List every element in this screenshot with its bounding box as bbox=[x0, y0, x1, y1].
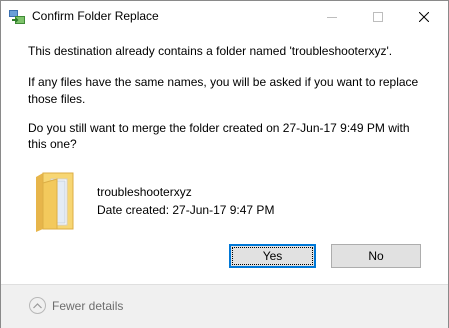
merge-question-line2: this one? bbox=[28, 137, 77, 151]
replace-files-message-line1: If any files have the same names, you wi… bbox=[28, 75, 419, 89]
folder-name: troubleshooterxyz bbox=[97, 185, 192, 199]
focus-ring bbox=[232, 247, 313, 265]
replace-files-message-line2: those files. bbox=[28, 92, 86, 106]
close-button[interactable] bbox=[401, 1, 447, 32]
folder-move-icon bbox=[9, 10, 25, 24]
no-button-label: No bbox=[368, 249, 384, 263]
maximize-button[interactable] bbox=[355, 1, 401, 32]
details-footer: Fewer details bbox=[1, 284, 448, 328]
destination-message: This destination already contains a fold… bbox=[28, 44, 393, 58]
fewer-details-toggle[interactable]: Fewer details bbox=[52, 299, 123, 313]
folder-icon bbox=[35, 171, 77, 233]
close-icon bbox=[419, 11, 429, 22]
folder-date-created: Date created: 27-Jun-17 9:47 PM bbox=[97, 203, 275, 217]
title-bar: Confirm Folder Replace bbox=[1, 1, 448, 32]
no-button[interactable]: No bbox=[331, 244, 421, 268]
chevron-up-icon[interactable] bbox=[29, 297, 46, 314]
window-title: Confirm Folder Replace bbox=[32, 9, 159, 23]
minimize-icon bbox=[327, 16, 337, 18]
confirm-folder-replace-dialog: Confirm Folder Replace This destination … bbox=[0, 0, 449, 328]
minimize-button[interactable] bbox=[309, 1, 355, 32]
merge-question-line1: Do you still want to merge the folder cr… bbox=[28, 121, 410, 135]
maximize-icon bbox=[373, 11, 383, 22]
yes-button[interactable]: Yes bbox=[229, 244, 316, 268]
